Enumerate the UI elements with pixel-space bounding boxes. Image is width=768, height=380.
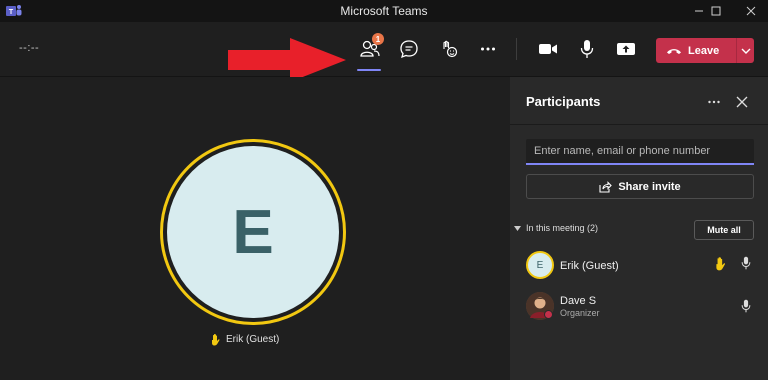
title-bar: T Microsoft Teams xyxy=(0,0,768,22)
participants-panel: Participants Share invite In this meetin… xyxy=(510,77,768,380)
in-meeting-section-toggle[interactable]: In this meeting (2) xyxy=(514,223,598,233)
mute-all-button[interactable]: Mute all xyxy=(694,220,754,240)
more-icon xyxy=(481,47,495,51)
microphone-button[interactable] xyxy=(574,36,600,62)
participants-button[interactable]: 1 xyxy=(357,33,384,62)
camera-icon xyxy=(539,44,557,54)
caret-down-icon xyxy=(514,225,521,231)
close-icon xyxy=(746,6,756,16)
share-screen-icon xyxy=(617,43,635,55)
microphone-icon xyxy=(741,299,751,313)
chat-button[interactable] xyxy=(396,36,422,62)
more-icon xyxy=(708,100,720,104)
panel-title: Participants xyxy=(526,94,601,109)
reactions-button[interactable] xyxy=(436,36,462,62)
participant-avatar: E xyxy=(526,251,554,279)
participant-role: Organizer xyxy=(560,308,600,318)
chevron-down-icon xyxy=(741,48,750,54)
participant-name: Erik (Guest) xyxy=(560,260,619,272)
meeting-timer: --:-- xyxy=(19,42,40,54)
participant-row[interactable]: Dave S Organizer xyxy=(526,292,756,322)
microphone-icon xyxy=(580,40,594,58)
raised-hand-icon xyxy=(212,333,220,346)
share-invite-label: Share invite xyxy=(618,180,681,193)
panel-more-button[interactable] xyxy=(706,94,722,110)
participant-row[interactable]: E Erik (Guest) xyxy=(526,251,756,281)
reactions-icon xyxy=(443,40,458,58)
section-label: In this meeting (2) xyxy=(526,223,599,233)
participant-name: Dave S xyxy=(560,295,597,307)
microphone-icon xyxy=(741,256,751,270)
camera-button[interactable] xyxy=(535,36,561,62)
raised-hand-icon xyxy=(716,257,726,271)
toolbar-divider xyxy=(516,38,517,60)
window-title: Microsoft Teams xyxy=(340,4,428,18)
maximize-button[interactable] xyxy=(699,0,733,22)
maximize-icon xyxy=(711,6,721,16)
share-icon xyxy=(599,180,613,193)
more-actions-button[interactable] xyxy=(475,36,501,62)
annotation-arrow-icon xyxy=(228,38,346,82)
panel-divider xyxy=(510,124,768,125)
stage-participant-label: Erik (Guest) xyxy=(210,333,300,346)
avatar-initial: E xyxy=(167,146,339,318)
participant-avatar-photo xyxy=(526,292,554,320)
leave-label: Leave xyxy=(688,44,720,57)
hang-up-icon xyxy=(667,48,681,54)
chat-icon xyxy=(400,40,418,59)
meeting-toolbar: --:-- 1 Leave xyxy=(0,22,768,82)
close-icon xyxy=(736,96,748,108)
leave-options-button[interactable] xyxy=(737,48,754,54)
participant-avatar-large: E xyxy=(160,139,346,325)
share-invite-button[interactable]: Share invite xyxy=(526,174,754,199)
busy-status-indicator xyxy=(544,310,553,319)
leave-button[interactable]: Leave xyxy=(656,45,736,57)
active-tab-indicator xyxy=(357,69,381,71)
participant-initial: E xyxy=(536,259,544,271)
participant-search-input[interactable] xyxy=(526,139,754,165)
share-screen-button[interactable] xyxy=(613,36,639,62)
participants-badge: 1 xyxy=(372,33,384,45)
panel-close-button[interactable] xyxy=(734,94,750,110)
stage-participant-name: Erik (Guest) xyxy=(226,334,280,345)
leave-button-group: Leave xyxy=(656,38,754,63)
close-window-button[interactable] xyxy=(734,0,768,22)
